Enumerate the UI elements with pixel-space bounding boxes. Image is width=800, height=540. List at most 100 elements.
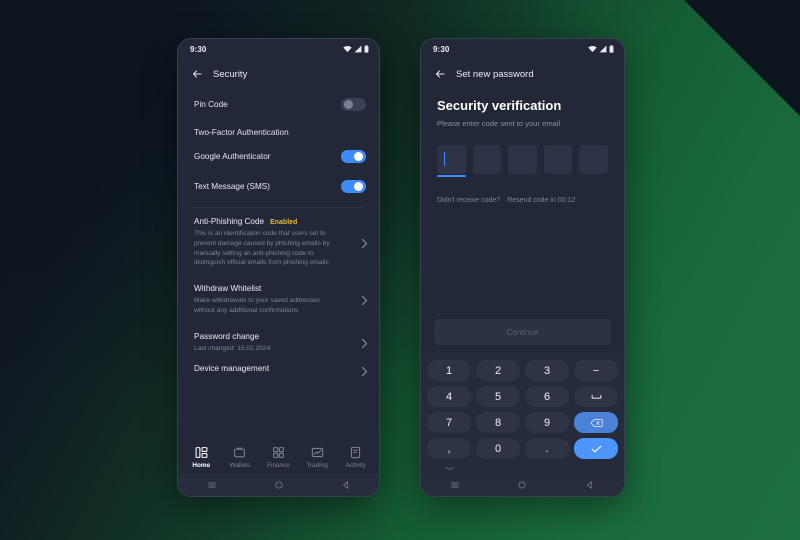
resend-row: Didn't receive code? Resend code in 00:1… <box>421 174 624 204</box>
back-arrow-icon[interactable] <box>434 68 446 80</box>
tab-label: Finance <box>267 461 290 469</box>
key-6[interactable]: 6 <box>525 386 569 407</box>
status-time: 9:30 <box>190 44 207 54</box>
phone-mockup-security: 9:30 Security Pin Code Two-Factor Authen… <box>177 38 380 497</box>
otp-input-group <box>421 128 624 177</box>
checkmark-icon <box>591 445 601 452</box>
back-triangle-icon[interactable] <box>341 480 351 490</box>
key-space[interactable] <box>574 386 618 407</box>
tab-label: Trading <box>306 461 328 469</box>
chevron-right-icon <box>361 338 368 349</box>
menu-icon[interactable] <box>450 480 460 490</box>
back-arrow-icon[interactable] <box>191 68 203 80</box>
document-icon <box>351 446 361 458</box>
wifi-icon <box>588 45 597 53</box>
hide-keyboard-button[interactable] <box>427 464 471 472</box>
background-corner-wedge <box>682 0 800 118</box>
resend-timer[interactable]: Resend code in 00:12 <box>507 197 575 204</box>
key-1[interactable]: 1 <box>427 360 471 381</box>
otp-digit-3[interactable] <box>508 145 537 174</box>
toggle-knob <box>354 181 363 191</box>
phone-mockup-verification: 9:30 Set new password Security verificat… <box>420 38 625 497</box>
tab-label: Wallets <box>229 461 251 469</box>
item-title-line: Password change <box>194 332 355 341</box>
toggle-knob <box>354 151 363 161</box>
verification-body: Security verification Please enter code … <box>421 89 624 496</box>
key-minus[interactable]: − <box>574 360 618 381</box>
status-time: 9:30 <box>433 44 450 54</box>
home-circle-icon[interactable] <box>274 480 284 490</box>
screenshot-canvas: 9:30 Security Pin Code Two-Factor Authen… <box>0 0 800 540</box>
tab-wallets[interactable]: Wallets <box>221 446 259 469</box>
tab-activity[interactable]: Activity <box>337 446 375 469</box>
key-4[interactable]: 4 <box>427 386 471 407</box>
tab-finance[interactable]: Finance <box>259 446 297 469</box>
key-confirm[interactable] <box>574 438 618 459</box>
battery-icon <box>364 45 369 53</box>
key-backspace[interactable] <box>574 412 618 433</box>
key-0[interactable]: 0 <box>476 438 520 459</box>
google-authenticator-label: Google Authenticator <box>194 151 271 161</box>
status-icon-group <box>343 45 369 53</box>
key-3[interactable]: 3 <box>525 360 569 381</box>
key-9[interactable]: 9 <box>525 412 569 433</box>
dashboard-icon <box>195 446 208 458</box>
setting-row-sms[interactable]: Text Message (SMS) <box>178 171 379 201</box>
space-bar-icon <box>591 394 601 399</box>
continue-button[interactable]: Continue <box>434 319 611 345</box>
item-content: Anti-Phishing Code Enabled This is an id… <box>194 217 355 268</box>
item-content: Password change Last changed: 15.02.2024 <box>194 332 355 354</box>
setting-row-google-authenticator[interactable]: Google Authenticator <box>178 141 379 171</box>
pin-code-label: Pin Code <box>194 99 228 109</box>
grid-icon <box>273 446 284 458</box>
setting-row-pin-code[interactable]: Pin Code <box>178 89 379 119</box>
key-comma[interactable]: , <box>427 438 471 459</box>
pin-code-toggle[interactable] <box>341 97 366 111</box>
wifi-icon <box>343 45 352 53</box>
item-content: Withdraw Whitelist Make withdrawals to y… <box>194 284 355 316</box>
setting-row-withdraw-whitelist[interactable]: Withdraw Whitelist Make withdrawals to y… <box>178 275 379 323</box>
anti-phishing-description: This is an identification code that user… <box>194 230 330 267</box>
chevron-right-icon <box>361 296 368 306</box>
security-verification-screen: 9:30 Set new password Security verificat… <box>421 39 624 496</box>
background-vignette <box>0 0 800 540</box>
google-authenticator-toggle[interactable] <box>341 149 366 163</box>
menu-icon[interactable] <box>207 480 217 490</box>
key-8[interactable]: 8 <box>476 412 520 433</box>
password-change-title: Password change <box>194 331 260 341</box>
tab-home[interactable]: Home <box>182 446 220 469</box>
setting-row-device-management[interactable]: Device management <box>178 360 379 384</box>
item-title-line: Withdraw Whitelist <box>194 284 355 293</box>
tab-label: Home <box>192 461 211 469</box>
tab-trading[interactable]: Trading <box>298 446 336 469</box>
app-bar-right: Set new password <box>421 59 624 89</box>
tab-label: Activity <box>345 461 366 469</box>
otp-digit-1[interactable] <box>437 145 466 177</box>
otp-digit-5[interactable] <box>579 145 608 174</box>
numeric-keypad: 1 2 3 − 4 5 6 7 8 9 , 0 . <box>421 354 624 474</box>
android-nav-bar-left <box>178 474 379 496</box>
otp-digit-2[interactable] <box>472 145 502 174</box>
key-7[interactable]: 7 <box>427 412 471 433</box>
setting-row-anti-phishing-code[interactable]: Anti-Phishing Code Enabled This is an id… <box>178 208 379 275</box>
chevron-down-icon <box>445 466 453 470</box>
resend-question: Didn't receive code? <box>437 197 501 204</box>
chevron-right-icon <box>361 238 368 249</box>
key-2[interactable]: 2 <box>476 360 520 381</box>
key-period[interactable]: . <box>525 438 569 459</box>
key-5[interactable]: 5 <box>476 386 520 407</box>
sms-toggle[interactable] <box>341 179 366 193</box>
setting-row-password-change[interactable]: Password change Last changed: 15.02.2024 <box>178 323 379 361</box>
security-settings-body: Pin Code Two-Factor Authentication Googl… <box>178 89 379 496</box>
otp-digit-4[interactable] <box>543 145 573 174</box>
verification-subtitle: Please enter code sent to your email <box>437 119 561 128</box>
page-title: Set new password <box>456 68 534 80</box>
two-factor-heading: Two-Factor Authentication <box>194 128 289 137</box>
android-nav-bar-right <box>421 474 624 496</box>
toggle-knob <box>344 99 353 109</box>
status-badge: Enabled <box>270 219 298 226</box>
home-circle-icon[interactable] <box>517 480 527 490</box>
back-triangle-icon[interactable] <box>585 480 595 490</box>
status-bar-right: 9:30 <box>421 39 624 59</box>
app-bar-left: Security <box>178 59 379 89</box>
